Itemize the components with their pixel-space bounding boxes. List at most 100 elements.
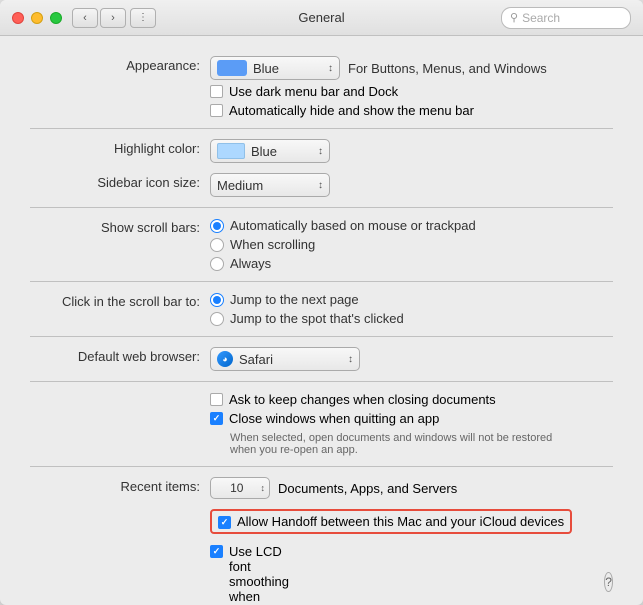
recent-items-row: Recent items: 10 ↕ Documents, Apps, and … [30,477,613,499]
appearance-dropdown[interactable]: Blue ↕ [210,56,340,80]
chevron-icon-browser: ↕ [348,354,353,365]
nav-buttons: ‹ › [72,8,126,28]
ask-keep-changes-checkbox[interactable] [210,393,223,406]
highlight-color-label: Highlight color: [30,139,210,156]
window-title: General [298,10,344,25]
default-web-browser-content: ◕ Safari ↕ [210,347,613,371]
jump-spot-radio[interactable] [210,312,224,326]
window: ‹ › ⋮ General ⚲ Search Appearance: Blue … [0,0,643,605]
chevron-icon: ↕ [328,63,333,74]
recent-items-description: Documents, Apps, and Servers [278,481,457,496]
ask-keep-changes-label [30,392,210,394]
scroll-auto-radio[interactable] [210,219,224,233]
click-scroll-bar-label: Click in the scroll bar to: [30,292,210,309]
close-button[interactable] [12,12,24,24]
dark-menu-bar-row: Use dark menu bar and Dock [210,84,613,99]
highlight-color-row: Highlight color: Blue ↕ [30,139,613,163]
ask-keep-changes-text: Ask to keep changes when closing documen… [229,392,496,407]
separator-1 [30,128,613,129]
grid-button[interactable]: ⋮ [130,8,156,28]
show-scroll-bars-label: Show scroll bars: [30,218,210,235]
auto-hide-menu-bar-row: Automatically hide and show the menu bar [210,103,613,118]
scroll-always-label: Always [230,256,271,271]
recent-items-label: Recent items: [30,477,210,494]
blue-indicator [217,60,247,76]
dark-menu-bar-label: Use dark menu bar and Dock [229,84,398,99]
recent-items-content: 10 ↕ Documents, Apps, and Servers [210,477,613,499]
scroll-always-radio[interactable] [210,257,224,271]
allow-handoff-row: Allow Handoff between this Mac and your … [30,509,613,534]
lcd-smoothing-text: Use LCD font smoothing when available [229,544,304,605]
search-placeholder: Search [522,11,560,25]
jump-spot-label: Jump to the spot that's clicked [230,311,404,326]
lcd-smoothing-checkbox[interactable] [210,545,223,558]
lcd-smoothing-label [30,544,210,546]
safari-icon: ◕ [217,351,233,367]
close-windows-checkbox-row: Close windows when quitting an app [210,411,613,426]
ask-keep-changes-checkbox-row: Ask to keep changes when closing documen… [210,392,613,407]
highlight-color-dropdown[interactable]: Blue ↕ [210,139,330,163]
default-web-browser-label: Default web browser: [30,347,210,364]
content-area: Appearance: Blue ↕ For Buttons, Menus, a… [0,36,643,605]
allow-handoff-text: Allow Handoff between this Mac and your … [237,514,564,529]
allow-handoff-content: Allow Handoff between this Mac and your … [210,509,613,534]
back-button[interactable]: ‹ [72,8,98,28]
jump-next-label: Jump to the next page [230,292,359,307]
search-icon: ⚲ [510,11,518,24]
search-box[interactable]: ⚲ Search [501,7,631,29]
appearance-value: Blue [253,61,279,76]
sidebar-icon-size-label: Sidebar icon size: [30,173,210,190]
dark-menu-bar-checkbox[interactable] [210,85,223,98]
sidebar-icon-size-dropdown[interactable]: Medium ↕ [210,173,330,197]
scroll-always-radio-row: Always [210,256,613,271]
default-web-browser-row: Default web browser: ◕ Safari ↕ [30,347,613,371]
scroll-when-radio-row: When scrolling [210,237,613,252]
chevron-down-icon: ↕ [318,146,323,157]
appearance-row: Appearance: Blue ↕ For Buttons, Menus, a… [30,56,613,118]
auto-hide-menu-bar-checkbox[interactable] [210,104,223,117]
default-web-browser-dropdown[interactable]: ◕ Safari ↕ [210,347,360,371]
show-scroll-bars-row: Show scroll bars: Automatically based on… [30,218,613,271]
highlight-color-value: Blue [251,144,277,159]
help-button[interactable]: ? [604,572,613,592]
default-web-browser-value: Safari [239,352,273,367]
traffic-lights [12,12,62,24]
separator-5 [30,381,613,382]
lcd-smoothing-checkbox-row: Use LCD font smoothing when available [210,544,304,605]
maximize-button[interactable] [50,12,62,24]
sidebar-icon-size-row: Sidebar icon size: Medium ↕ [30,173,613,197]
recent-items-value: 10 [215,481,259,495]
appearance-description: For Buttons, Menus, and Windows [348,61,547,76]
separator-4 [30,336,613,337]
chevron-icon-sidebar: ↕ [318,180,323,191]
click-scroll-bar-row: Click in the scroll bar to: Jump to the … [30,292,613,326]
jump-spot-radio-row: Jump to the spot that's clicked [210,311,613,326]
auto-hide-menu-bar-label: Automatically hide and show the menu bar [229,103,474,118]
ask-keep-changes-content: Ask to keep changes when closing documen… [210,392,613,456]
close-windows-checkbox[interactable] [210,412,223,425]
recent-items-dropdown[interactable]: 10 ↕ [210,477,270,499]
allow-handoff-checkbox[interactable] [218,516,231,529]
show-scroll-bars-content: Automatically based on mouse or trackpad… [210,218,613,271]
scroll-auto-label: Automatically based on mouse or trackpad [230,218,476,233]
allow-handoff-highlight-box: Allow Handoff between this Mac and your … [210,509,572,534]
minimize-button[interactable] [31,12,43,24]
lcd-smoothing-content: Use LCD font smoothing when available ? [210,544,613,605]
appearance-label: Appearance: [30,56,210,73]
scroll-when-label: When scrolling [230,237,315,252]
lcd-smoothing-row: Use LCD font smoothing when available ? [30,544,613,605]
sidebar-icon-size-value: Medium [217,178,263,193]
separator-3 [30,281,613,282]
separator-6 [30,466,613,467]
jump-next-radio-row: Jump to the next page [210,292,613,307]
scroll-when-radio[interactable] [210,238,224,252]
close-windows-text: Close windows when quitting an app [229,411,439,426]
click-scroll-bar-content: Jump to the next page Jump to the spot t… [210,292,613,326]
forward-button[interactable]: › [100,8,126,28]
highlight-color-swatch [217,143,245,159]
titlebar: ‹ › ⋮ General ⚲ Search [0,0,643,36]
jump-next-radio[interactable] [210,293,224,307]
sidebar-icon-size-content: Medium ↕ [210,173,613,197]
appearance-content: Blue ↕ For Buttons, Menus, and Windows U… [210,56,613,118]
highlight-color-content: Blue ↕ [210,139,613,163]
